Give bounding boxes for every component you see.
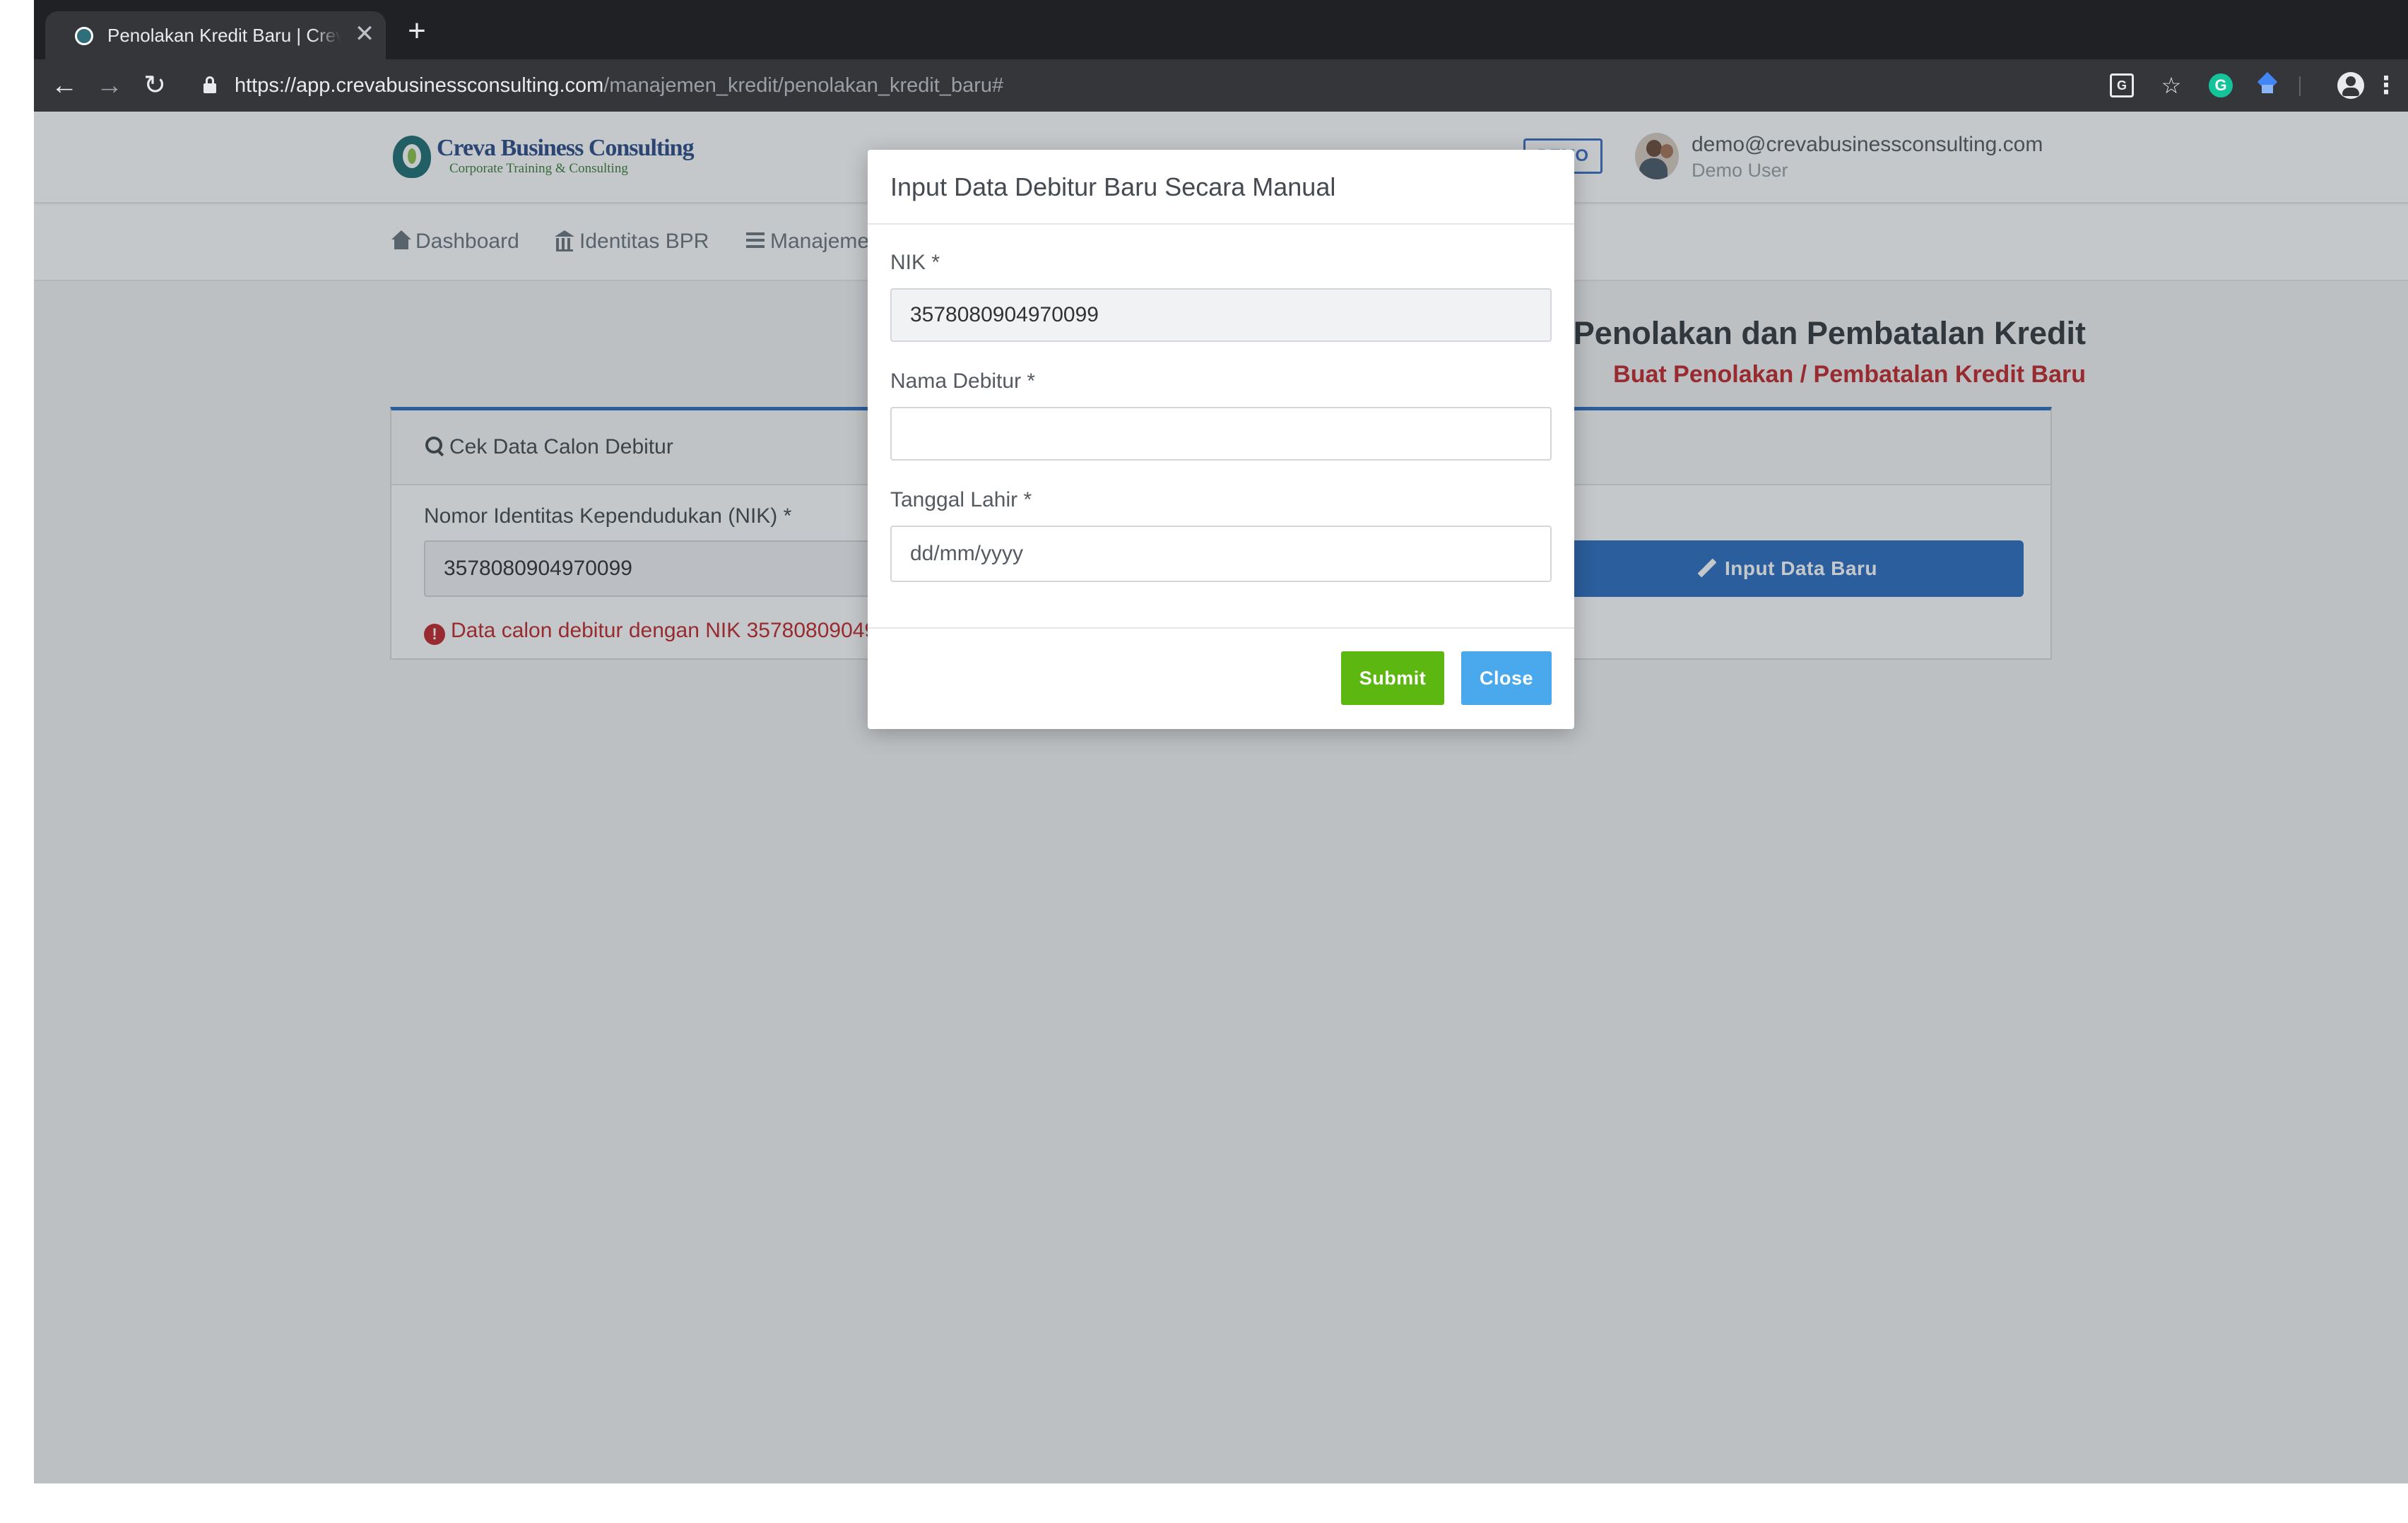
url-path: /manajemen_kredit/penolakan_kredit_baru# — [603, 74, 1004, 97]
close-button[interactable]: Close — [1461, 651, 1552, 705]
browser-menu-icon[interactable]: ⋮ — [2374, 71, 2398, 100]
tab-title: Penolakan Kredit Baru | Creva Business C… — [107, 25, 341, 46]
back-icon[interactable]: ← — [48, 69, 81, 102]
nama-debitur-input[interactable] — [890, 407, 1552, 461]
url-host: https://app.crevabusinessconsulting.com — [235, 74, 604, 97]
grammarly-icon[interactable]: G — [2209, 73, 2233, 97]
forward-icon[interactable]: → — [93, 69, 126, 102]
input-debtor-modal: Input Data Debitur Baru Secara Manual NI… — [868, 150, 1574, 729]
translate-icon[interactable]: G — [2110, 73, 2134, 97]
address-bar[interactable]: https://app.crevabusinessconsulting.com/… — [235, 71, 1224, 100]
toolbar-divider — [2299, 76, 2301, 96]
favicon-icon — [75, 27, 93, 45]
modal-nik-label: NIK * — [890, 251, 940, 274]
new-tab-button[interactable]: + — [400, 16, 434, 49]
profile-icon[interactable] — [2337, 72, 2364, 99]
tanggal-lahir-input[interactable]: dd/mm/yyyy — [890, 526, 1552, 582]
extension-icon[interactable] — [2257, 71, 2278, 96]
nama-debitur-label: Nama Debitur * — [890, 369, 1036, 393]
browser-tab[interactable]: Penolakan Kredit Baru | Creva Business C… — [45, 11, 386, 59]
modal-title: Input Data Debitur Baru Secara Manual — [890, 172, 1336, 201]
submit-button[interactable]: Submit — [1341, 651, 1444, 705]
lock-icon — [203, 76, 216, 93]
modal-nik-input[interactable]: 3578080904970099 — [890, 288, 1552, 342]
tanggal-lahir-label: Tanggal Lahir * — [890, 488, 1032, 511]
tab-strip: Penolakan Kredit Baru | Creva Business C… — [34, 0, 2408, 59]
screen: Penolakan Kredit Baru | Creva Business C… — [0, 0, 2408, 1523]
browser-toolbar: ← → ↻ https://app.crevabusinessconsultin… — [34, 59, 2408, 112]
reload-icon[interactable]: ↻ — [138, 69, 171, 102]
modal-footer: Submit Close — [868, 627, 1574, 729]
modal-header: Input Data Debitur Baru Secara Manual — [868, 150, 1574, 225]
browser-window: Penolakan Kredit Baru | Creva Business C… — [34, 0, 2408, 1483]
bookmark-star-icon[interactable]: ☆ — [2156, 71, 2186, 100]
close-tab-icon[interactable]: ✕ — [350, 20, 379, 48]
